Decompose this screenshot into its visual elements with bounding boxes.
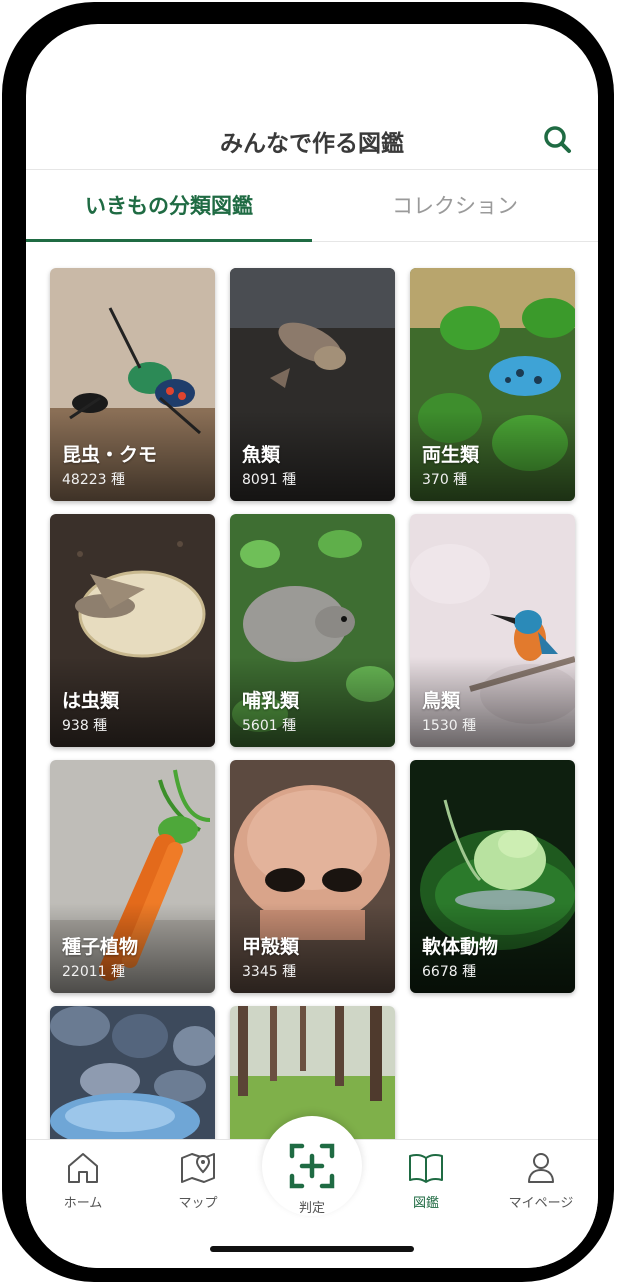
app-screen: みんなで作る図鑑 いきもの分類図鑑 コレクション 昆虫・クモ 48223 種 魚… (26, 24, 598, 1268)
home-indicator (210, 1246, 414, 1252)
page-title: みんなで作る図鑑 (220, 131, 404, 157)
category-card-reptiles[interactable]: は虫類 938 種 (50, 514, 215, 747)
judge-label: 判定 (298, 1201, 325, 1216)
tab-zukan-label: 図鑑 (412, 1196, 439, 1211)
category-card-mammals[interactable]: 哺乳類 5601 種 (230, 514, 395, 747)
category-count: 938 種 (62, 718, 108, 734)
tab-map-label: マップ (178, 1196, 218, 1211)
category-card-crustaceans[interactable]: 甲殻類 3345 種 (230, 760, 395, 993)
tab-collection[interactable]: コレクション (312, 170, 598, 242)
category-count: 8091 種 (242, 472, 297, 488)
tab-mypage-label: マイページ (508, 1196, 574, 1211)
tab-map[interactable]: マップ (153, 1150, 243, 1220)
category-card-mollusks[interactable]: 軟体動物 6678 種 (410, 760, 575, 993)
category-grid: 昆虫・クモ 48223 種 魚類 8091 種 両生類 370 種 は虫類 93… (26, 242, 598, 1239)
tab-home-label: ホーム (63, 1196, 103, 1211)
category-card-birds[interactable]: 鳥類 1530 種 (410, 514, 575, 747)
tab-zukan[interactable]: 図鑑 (381, 1150, 471, 1220)
category-name: 軟体動物 (422, 936, 499, 958)
tab-home[interactable]: ホーム (38, 1150, 128, 1220)
home-icon (68, 1153, 98, 1183)
tab-bar-top: いきもの分類図鑑 コレクション (26, 170, 598, 242)
category-name: 魚類 (242, 444, 281, 466)
category-count: 48223 種 (62, 472, 125, 488)
category-name: 哺乳類 (242, 690, 300, 712)
search-icon (544, 126, 571, 153)
category-count: 1530 種 (422, 718, 477, 734)
category-count: 5601 種 (242, 718, 297, 734)
category-name: は虫類 (62, 690, 120, 712)
category-card-amphibians[interactable]: 両生類 370 種 (410, 268, 575, 501)
category-count: 3345 種 (242, 964, 297, 980)
category-count: 6678 種 (422, 964, 477, 980)
category-name: 種子植物 (62, 936, 139, 958)
book-icon (409, 1153, 443, 1183)
category-name: 鳥類 (422, 690, 461, 712)
tab-taxonomy[interactable]: いきもの分類図鑑 (26, 170, 312, 242)
category-card-fish[interactable]: 魚類 8091 種 (230, 268, 395, 501)
category-card-seed-plants[interactable]: 種子植物 22011 種 (50, 760, 215, 993)
search-button[interactable] (538, 120, 578, 160)
category-card-insects[interactable]: 昆虫・クモ 48223 種 (50, 268, 215, 501)
category-name: 昆虫・クモ (62, 444, 158, 466)
phone-frame: みんなで作る図鑑 いきもの分類図鑑 コレクション 昆虫・クモ 48223 種 魚… (2, 2, 614, 1282)
map-icon (181, 1153, 215, 1183)
category-name: 両生類 (422, 444, 480, 466)
category-count: 22011 種 (62, 964, 125, 980)
user-icon (528, 1153, 554, 1183)
tab-mypage[interactable]: マイページ (496, 1150, 586, 1220)
category-name: 甲殻類 (242, 936, 300, 958)
app-header: みんなで作る図鑑 (26, 110, 598, 170)
category-count: 370 種 (422, 472, 468, 488)
